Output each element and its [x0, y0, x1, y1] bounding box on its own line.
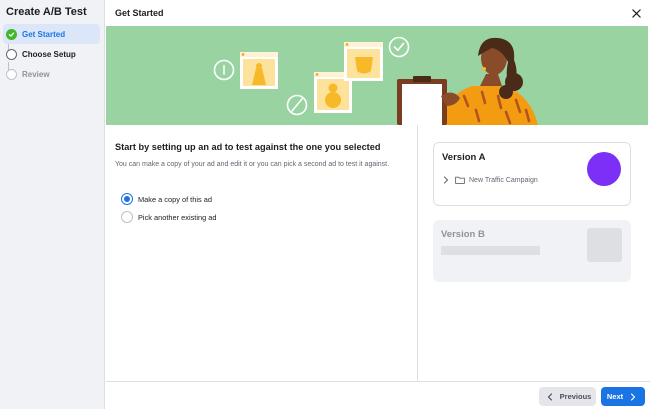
avatar [587, 152, 621, 186]
step-choose-setup[interactable]: Choose Setup [3, 44, 100, 64]
campaign-name: New Traffic Campaign [469, 176, 538, 184]
setup-options-pane: Start by setting up an ad to test agains… [106, 125, 418, 381]
step-label: Get Started [22, 29, 66, 39]
header: Get Started [106, 0, 650, 26]
step-get-started[interactable]: Get Started [3, 24, 100, 44]
version-a-card: Version A New Traffic Campaign [433, 142, 631, 206]
check-icon [6, 28, 17, 40]
step-label: Choose Setup [22, 49, 76, 59]
version-b-card: Version B [433, 220, 631, 282]
versions-pane: Version A New Traffic Campaign Version B [419, 125, 650, 381]
version-b-title: Version B [441, 229, 485, 240]
step-review: Review [3, 64, 100, 84]
option-pick-existing-ad[interactable]: Pick another existing ad [121, 211, 216, 223]
main-panel: Get Started Start by setting up an ad to… [106, 0, 650, 409]
next-button[interactable]: Next [601, 387, 645, 406]
placeholder-thumbnail [587, 228, 622, 262]
circle-icon [6, 48, 17, 60]
version-a-title: Version A [442, 152, 486, 163]
section-description: You can make a copy of your ad and edit … [115, 161, 390, 168]
option-label: Make a copy of this ad [138, 194, 212, 204]
chevron-left-icon [544, 392, 556, 401]
sidebar: Create A/B Test Get Started Choose Setup… [0, 0, 105, 409]
section-heading: Start by setting up an ad to test agains… [115, 142, 381, 152]
page-title: Get Started [115, 8, 164, 18]
campaign-row[interactable]: New Traffic Campaign [443, 176, 538, 184]
chevron-right-icon [627, 392, 639, 401]
close-icon[interactable] [629, 6, 643, 20]
option-copy-ad[interactable]: Make a copy of this ad [121, 193, 212, 205]
previous-label: Previous [559, 392, 592, 401]
folder-icon [455, 176, 465, 184]
radio-selected-icon[interactable] [121, 193, 133, 205]
illustration-image [213, 36, 538, 125]
footer: Previous Next [106, 381, 650, 409]
circle-icon [6, 68, 17, 80]
option-label: Pick another existing ad [138, 212, 217, 222]
illustration-banner [106, 26, 648, 125]
radio-unselected-icon[interactable] [121, 211, 133, 223]
sidebar-title: Create A/B Test [6, 6, 87, 18]
next-label: Next [606, 392, 624, 401]
chevron-right-icon[interactable] [443, 176, 449, 184]
previous-button[interactable]: Previous [539, 387, 596, 406]
placeholder-line [441, 246, 540, 255]
step-label: Review [22, 69, 50, 79]
